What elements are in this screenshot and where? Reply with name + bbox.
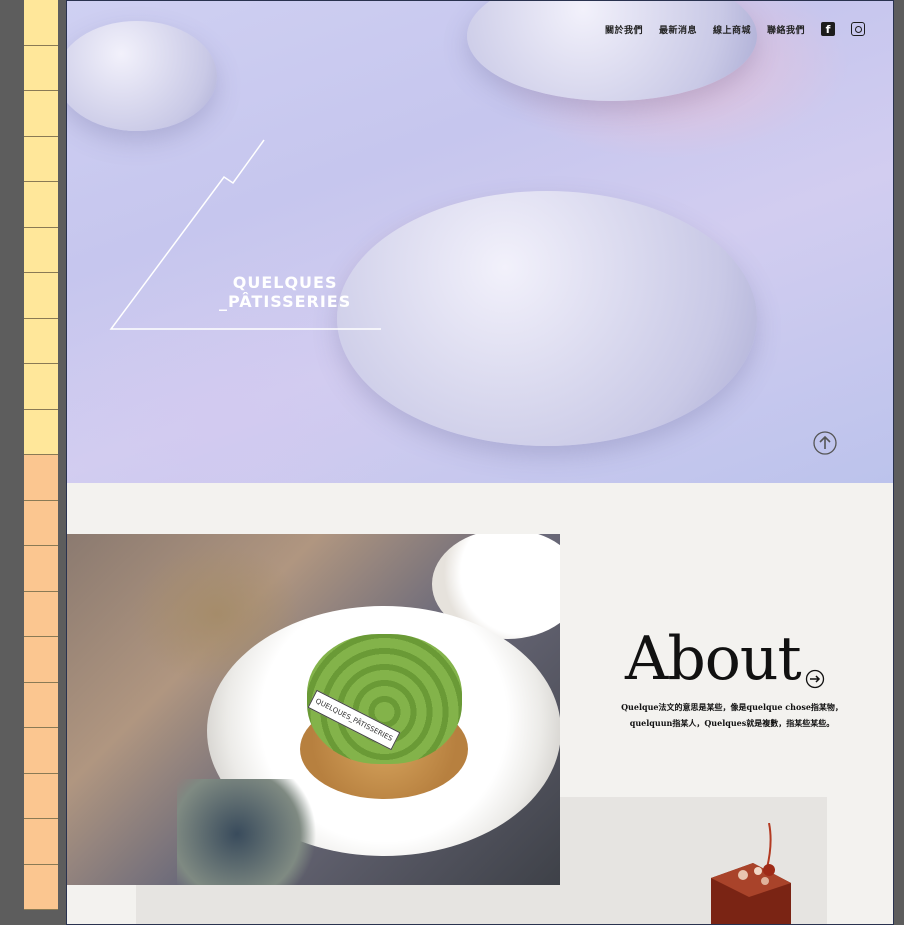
flowers-image <box>177 779 327 885</box>
nav-item-news[interactable]: 最新消息 <box>659 23 697 36</box>
about-line-1: Quelque法文的意思是某些，像是quelque chose指某物， <box>621 702 843 712</box>
arrow-right-circle-icon[interactable] <box>805 669 825 689</box>
cloud-dessert-image <box>67 21 217 131</box>
ruler-cell <box>24 728 58 774</box>
ruler-cell <box>24 273 58 319</box>
ruler-cell <box>24 546 58 592</box>
nav-item-shop[interactable]: 線上商城 <box>713 23 751 36</box>
ruler-cell <box>24 91 58 137</box>
ruler-cell <box>24 182 58 228</box>
ruler-cell <box>24 136 58 182</box>
brand-logo[interactable]: QUELQUES _PÂTISSERIES <box>219 273 351 311</box>
about-description: Quelque法文的意思是某些，像是quelque chose指某物， quel… <box>612 699 852 731</box>
ruler-cell <box>24 682 58 728</box>
cloud-dessert-image <box>337 191 757 446</box>
brand-name-line1: QUELQUES <box>232 273 338 292</box>
scroll-up-icon[interactable] <box>813 431 837 455</box>
ruler-gutter <box>24 0 58 925</box>
ruler-cell <box>24 819 58 865</box>
ruler-cell <box>24 45 58 91</box>
about-line-2: quelquun指某人，Quelques就是複數，指某些某些。 <box>629 718 835 728</box>
about-section: QUELQUES_PÂTISSERIES About Quelque法文的意思是… <box>67 483 893 924</box>
nav-item-contact[interactable]: 聯絡我們 <box>767 23 805 36</box>
ruler-cell <box>24 227 58 273</box>
ruler-cell <box>24 864 58 910</box>
brand-name-line2: _PÂTISSERIES <box>219 292 352 311</box>
hero-banner: 關於我們 最新消息 線上商城 聯絡我們 f QUELQUES _PÂTISSER… <box>67 1 893 483</box>
ruler-cell <box>24 637 58 683</box>
ruler-cell <box>24 773 58 819</box>
ruler-cell <box>24 318 58 364</box>
facebook-icon[interactable]: f <box>821 22 835 36</box>
matcha-tart-photo: QUELQUES_PÂTISSERIES <box>67 534 560 885</box>
instagram-icon[interactable] <box>851 22 865 36</box>
ruler-cell <box>24 0 58 46</box>
top-nav: 關於我們 最新消息 線上商城 聯絡我們 f <box>605 22 865 36</box>
cloud-dessert-image <box>467 1 757 101</box>
chocolate-cake-image <box>711 823 791 924</box>
ruler-cell <box>24 500 58 546</box>
ruler-cell <box>24 364 58 410</box>
ruler-cell <box>24 455 58 501</box>
nav-item-about[interactable]: 關於我們 <box>605 23 643 36</box>
ruler-cell <box>24 591 58 637</box>
page-frame: 關於我們 最新消息 線上商城 聯絡我們 f QUELQUES _PÂTISSER… <box>66 0 894 925</box>
ruler-cell <box>24 409 58 455</box>
about-heading: About <box>625 624 802 694</box>
